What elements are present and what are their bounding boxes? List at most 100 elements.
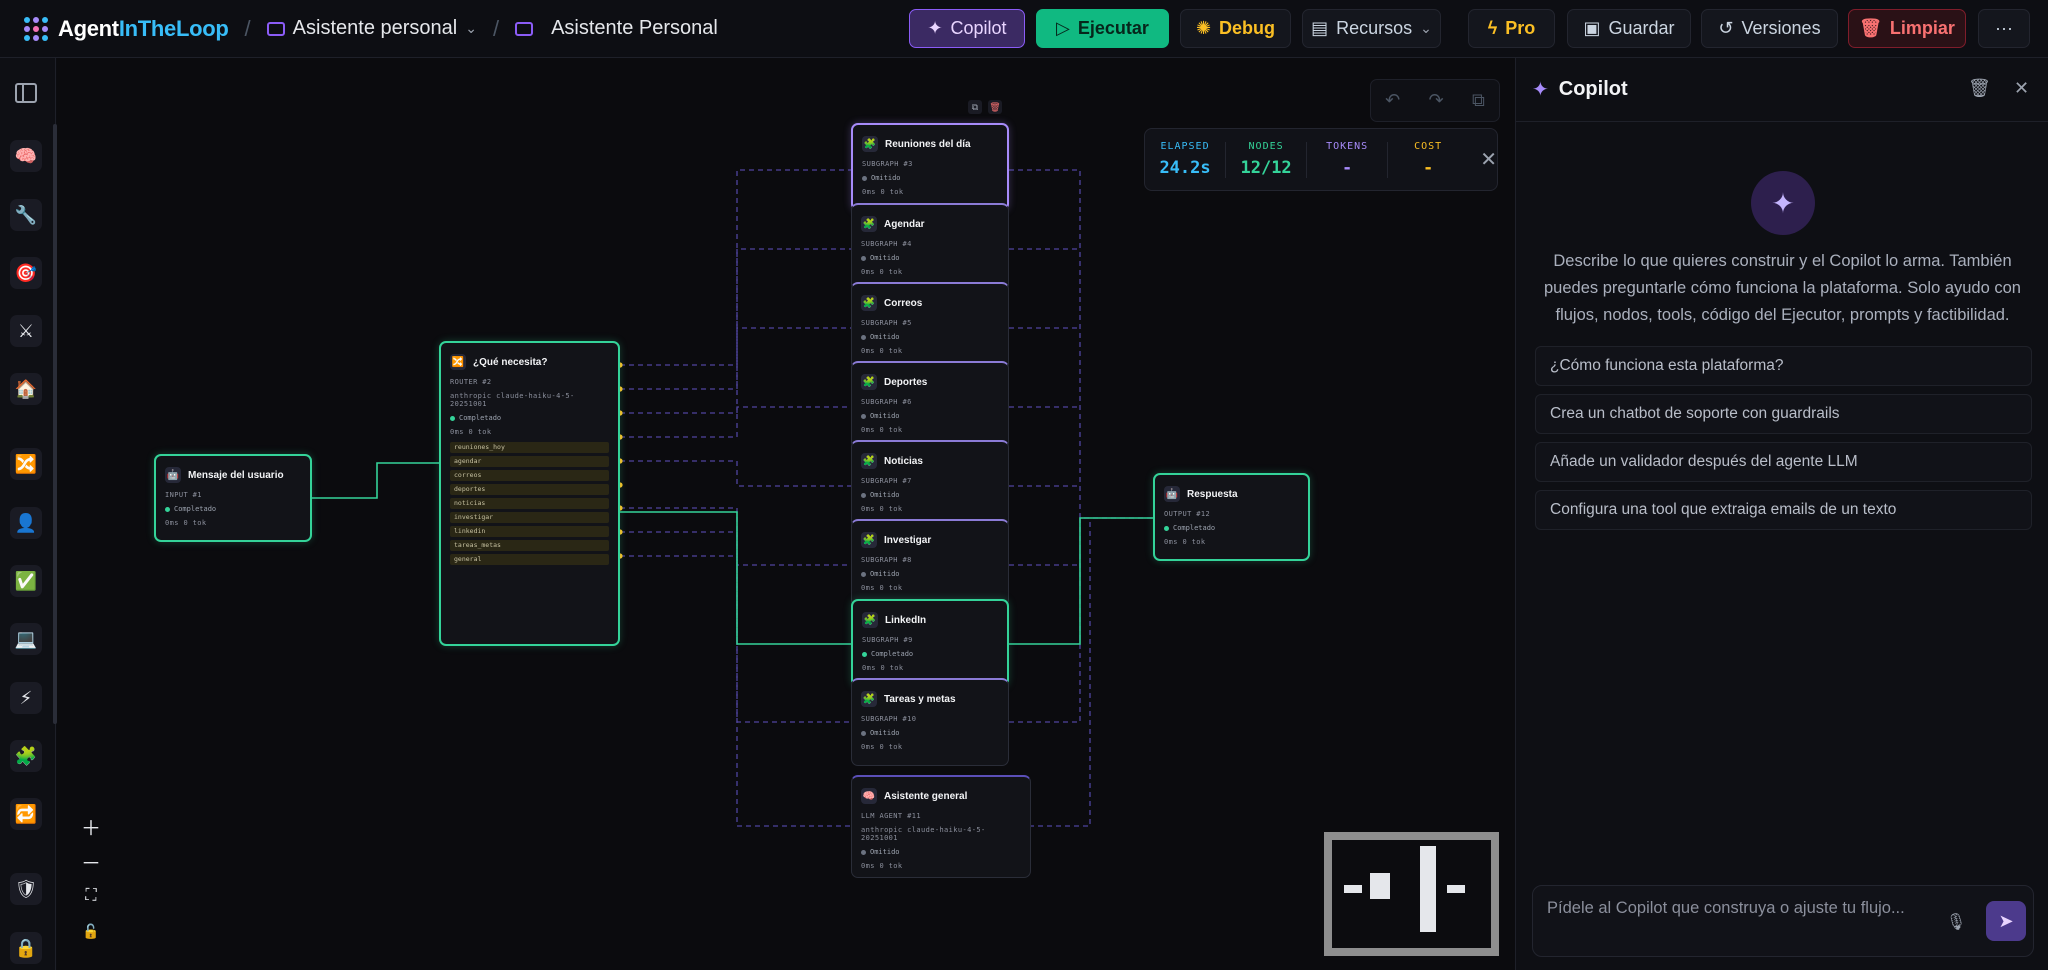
brain-icon: 🧠 — [861, 788, 877, 804]
lock-icon[interactable]: 🔒 — [10, 932, 42, 964]
stat-tokens: TOKENS - — [1326, 141, 1369, 178]
route-item: tareas_metas — [450, 540, 609, 551]
route-item: general — [450, 554, 609, 565]
close-icon[interactable]: ✕ — [1480, 147, 1497, 172]
redo-icon[interactable]: ↷ — [1429, 90, 1444, 111]
layout-icon: ▤ — [1311, 18, 1329, 38]
node-output[interactable]: 🤖 Respuesta OUTPUT #12 Completado 0ms 0 t… — [1153, 473, 1310, 561]
swords-icon[interactable]: ⚔ — [10, 315, 42, 347]
suggestion-item[interactable]: Crea un chatbot de soporte con guardrail… — [1535, 394, 2032, 434]
copilot-input[interactable] — [1547, 896, 1927, 946]
lock-icon[interactable]: 🔓 — [79, 919, 103, 943]
send-button[interactable]: ➤ — [1986, 901, 2026, 941]
fit-view-icon[interactable]: ⛶ — [79, 884, 103, 908]
folder-icon — [266, 21, 285, 36]
flow-canvas[interactable]: ↶ ↷ ⧉ ELAPSED 24.2s NODES 12/12 TOKENS -… — [57, 58, 1515, 970]
run-button[interactable]: ▷ Ejecutar — [1036, 9, 1169, 48]
node-subgraph[interactable]: 🧩 Reuniones del día SUBGRAPH #3 Omitido 0… — [851, 123, 1009, 211]
copilot-button[interactable]: ✦ Copilot — [909, 9, 1025, 48]
debug-button[interactable]: ✺ Debug — [1180, 9, 1291, 48]
node-subgraph[interactable]: 🧩 Agendar SUBGRAPH #4 Omitido 0ms 0 tok — [851, 203, 1009, 291]
laptop-icon[interactable]: 💻 — [10, 623, 42, 655]
save-icon: ▣ — [1583, 18, 1601, 38]
bug-icon: ✺ — [1195, 18, 1212, 38]
checkbox-icon[interactable]: ✅ — [10, 565, 42, 597]
route-item: correos — [450, 470, 609, 481]
save-button[interactable]: ▣ Guardar — [1567, 9, 1691, 48]
puzzle-icon: 🧩 — [861, 453, 877, 469]
brand-name: AgentInTheLoop — [58, 15, 229, 41]
breadcrumb-flow: Asistente Personal — [515, 17, 718, 40]
node-input[interactable]: 🤖 Mensaje del usuario INPUT #1 Completado… — [154, 454, 312, 542]
person-icon[interactable]: 👤 — [10, 507, 42, 539]
clear-button[interactable]: 🗑 Limpiar — [1848, 9, 1966, 48]
puzzle-icon: 🧩 — [861, 216, 877, 232]
pro-button[interactable]: ϟ Pro — [1468, 9, 1555, 48]
route-item: agendar — [450, 456, 609, 467]
node-toolbar: ⧉ 🗑 — [968, 100, 1002, 114]
node-subgraph[interactable]: 🧩 Tareas y metas SUBGRAPH #10 Omitido 0ms… — [851, 678, 1009, 766]
robot-icon: 🤖 — [1164, 486, 1180, 502]
trash-icon[interactable]: 🗑 — [1968, 78, 1991, 99]
puzzle-icon[interactable]: 🧩 — [10, 740, 42, 772]
breadcrumb-project[interactable]: Asistente personal ⌄ — [266, 17, 477, 40]
close-icon[interactable]: ✕ — [2014, 78, 2029, 99]
minimap[interactable] — [1324, 832, 1499, 956]
resources-button[interactable]: ▤ Recursos ⌄ — [1302, 9, 1441, 48]
node-subgraph[interactable]: 🧩 LinkedIn SUBGRAPH #9 Completado 0ms 0 t… — [851, 599, 1009, 687]
trash-icon[interactable]: 🗑 — [988, 100, 1002, 114]
zoom-in-icon[interactable]: ＋ — [79, 814, 103, 840]
node-subgraph[interactable]: 🧩 Deportes SUBGRAPH #6 Omitido 0ms 0 tok — [851, 361, 1009, 449]
microphone-icon[interactable]: 🎙 — [1941, 907, 1971, 937]
wrench-icon[interactable]: 🔧 — [10, 199, 42, 231]
execution-stats: ELAPSED 24.2s NODES 12/12 TOKENS - COST … — [1144, 128, 1498, 191]
folder-open-icon — [515, 21, 534, 36]
lightning-icon[interactable]: ⚡ — [10, 682, 42, 714]
logo-icon — [24, 16, 48, 41]
route-item: linkedin — [450, 526, 609, 537]
lightning-icon: ϟ — [1487, 18, 1498, 38]
zoom-out-icon[interactable]: － — [79, 849, 103, 875]
history-controls: ↶ ↷ ⧉ — [1370, 79, 1500, 122]
undo-icon[interactable]: ↶ — [1385, 90, 1400, 111]
puzzle-icon: 🧩 — [861, 691, 877, 707]
breadcrumb-separator: / — [244, 15, 251, 41]
play-icon: ▷ — [1056, 18, 1070, 38]
puzzle-icon: 🧩 — [861, 374, 877, 390]
route-item: investigar — [450, 512, 609, 523]
target-icon[interactable]: 🎯 — [10, 257, 42, 289]
sidebar-toggle-icon[interactable] — [15, 83, 37, 103]
suggestion-item[interactable]: Configura una tool que extraiga emails d… — [1535, 490, 2032, 530]
copilot-panel: ✦ Copilot 🗑 ✕ ✦ Describe lo que quieres … — [1515, 58, 2048, 970]
stat-nodes: NODES 12/12 — [1240, 141, 1292, 178]
node-subgraph[interactable]: 🧩 Investigar SUBGRAPH #8 Omitido 0ms 0 to… — [851, 519, 1009, 607]
suggestion-item[interactable]: ¿Cómo funciona esta plataforma? — [1535, 346, 2032, 386]
puzzle-icon: 🧩 — [861, 295, 877, 311]
versions-button[interactable]: ↺ Versiones — [1701, 9, 1838, 48]
more-button[interactable]: ··· — [1978, 9, 2030, 48]
route-item: reuniones_hoy — [450, 442, 609, 453]
copilot-input-box: 🎙 ➤ — [1532, 885, 2034, 957]
copy-icon[interactable]: ⧉ — [968, 100, 982, 114]
house-icon[interactable]: 🏠 — [10, 373, 42, 405]
more-icon: ··· — [1995, 18, 2013, 38]
suggestion-item[interactable]: Añade un validador después del agente LL… — [1535, 442, 2032, 482]
loop-icon[interactable]: 🔁 — [10, 798, 42, 830]
node-llm-agent[interactable]: 🧠 Asistente general LLM AGENT #11 anthrop… — [851, 775, 1031, 878]
chevron-down-icon: ⌄ — [465, 20, 477, 36]
brain-icon[interactable]: 🧠 — [10, 140, 42, 172]
sparkle-icon: ✦ — [927, 18, 943, 38]
puzzle-icon: 🧩 — [862, 136, 878, 152]
node-palette: 🧠 🔧 🎯 ⚔ 🏠 🔀 👤 ✅ 💻 ⚡ 🧩 🔁 🛡 🔒 — [0, 58, 57, 970]
puzzle-icon: 🧩 — [862, 612, 878, 628]
node-subgraph[interactable]: 🧩 Noticias SUBGRAPH #7 Omitido 0ms 0 tok — [851, 440, 1009, 528]
logo[interactable]: AgentInTheLoop — [24, 16, 229, 42]
shield-icon[interactable]: 🛡 — [10, 873, 42, 905]
breadcrumb-separator: / — [492, 15, 500, 41]
duplicate-icon[interactable]: ⧉ — [1472, 90, 1485, 111]
sparkle-badge-icon: ✦ — [1751, 171, 1815, 235]
node-subgraph[interactable]: 🧩 Correos SUBGRAPH #5 Omitido 0ms 0 tok — [851, 282, 1009, 370]
node-router[interactable]: 🔀 ¿Qué necesita? ROUTER #2 anthropic clau… — [439, 341, 620, 646]
shuffle-icon: 🔀 — [450, 354, 466, 370]
shuffle-icon[interactable]: 🔀 — [10, 448, 42, 480]
